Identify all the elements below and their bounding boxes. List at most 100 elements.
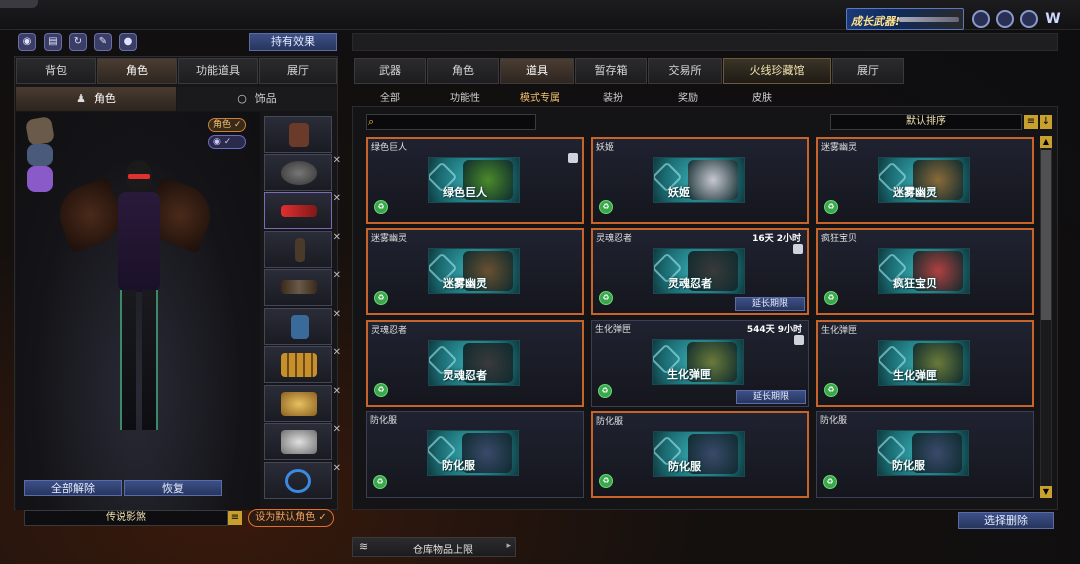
equip-slot-glasses[interactable]: ✕ [264,192,341,229]
remove-icon[interactable]: ✕ [333,232,341,243]
equip-slot-device[interactable]: ✕ [264,308,341,345]
globe-icon[interactable] [996,10,1014,28]
tab-crossfire-collection[interactable]: 火线珍藏馆 [723,58,831,84]
filter-skins[interactable]: 皮肤 [752,89,772,104]
search-input[interactable] [366,114,536,130]
filter-rewards[interactable]: 奖励 [678,89,698,104]
tab-character[interactable]: 角色 [97,58,177,84]
ranking-icon[interactable]: ▤ [44,33,62,51]
remove-icon[interactable]: ✕ [333,386,341,397]
extend-duration-button[interactable]: 延长期限 [735,297,805,311]
sort-menu-icon[interactable]: ≡ [1024,115,1038,129]
item-card[interactable]: 防化服 防化服 ♻ [366,411,584,498]
storage-limit-bar[interactable]: ≋ 仓库物品上限 ▸ [352,537,516,557]
item-card[interactable]: 妖姬 妖姬 ♻ [591,137,809,224]
item-name: 生化弹匣 [821,326,858,336]
pose-icon[interactable] [24,115,56,147]
tab-weapons[interactable]: 武器 [354,58,426,84]
tab-function-items[interactable]: 功能道具 [178,58,258,84]
off-toggle-icon[interactable]: ◉ [18,33,36,51]
expand-icon: ▸ [506,541,511,551]
wings-icon[interactable] [27,166,53,192]
remove-icon[interactable]: ✕ [333,155,341,166]
scroll-up-icon[interactable]: ▲ [1040,136,1052,148]
item-thumbnail: 生化弹匣 [652,339,744,385]
bag-icon[interactable]: ● [119,33,137,51]
select-delete-button[interactable]: 选择删除 [958,512,1054,529]
scroll-down-icon[interactable]: ▼ [1040,486,1052,498]
filter-all[interactable]: 全部 [380,89,400,104]
item-card[interactable]: 防化服 防化服 ♻ [816,411,1034,498]
mode-badge-icon: ♻ [599,474,613,488]
scrollbar-thumb[interactable] [1041,150,1051,320]
item-card[interactable]: 灵魂忍者 16天 2小时 灵魂忍者 ♻ 延长期限 [591,228,809,315]
refresh-icon[interactable]: ↻ [69,33,87,51]
item-card[interactable]: 灵魂忍者 灵魂忍者 ♻ [366,320,584,407]
equip-slot-radio[interactable]: ✕ [264,231,341,268]
character-thumb [289,123,309,147]
item-card[interactable]: 生化弹匣 544天 9小时 生化弹匣 ♻ 延长期限 [591,320,809,407]
remove-icon[interactable]: ✕ [333,309,341,320]
list-menu-icon[interactable]: ≡ [228,511,242,525]
character-name-field[interactable]: 传说影煞 [24,510,228,526]
radio-icon [295,238,305,262]
tab-items[interactable]: 道具 [500,58,574,84]
item-card[interactable]: 迷雾幽灵 迷雾幽灵 ♻ [816,137,1034,224]
equip-slot-wings[interactable]: ✕ [264,269,341,306]
restore-button[interactable]: 恢复 [124,480,222,496]
tab-showroom[interactable]: 展厅 [259,58,337,84]
mode-badge-icon: ♻ [374,291,388,305]
filter-functional[interactable]: 功能性 [450,89,480,104]
role-toggle[interactable]: 角色 ✓ [208,118,247,132]
set-default-character-button[interactable]: 设为默认角色 ✓ [248,509,334,527]
equip-slot-character[interactable] [264,116,332,153]
tab-exchange[interactable]: 交易所 [648,58,722,84]
logo-icon[interactable]: W [1044,10,1062,28]
figure-icon: ♟ [76,92,86,105]
tab-showroom-right[interactable]: 展厅 [832,58,904,84]
item-name: 妖姬 [596,143,615,153]
filter-dress-up[interactable]: 装扮 [603,89,623,104]
subtab-character[interactable]: ♟ 角色 [16,87,176,111]
tab-backpack[interactable]: 背包 [16,58,96,84]
equip-slot-ammo[interactable]: ✕ [264,346,341,383]
shield-icon[interactable] [972,10,990,28]
growth-weapon-banner[interactable]: 成长武器! [846,8,964,30]
filter-mode-exclusive[interactable]: 模式专属 [520,89,560,104]
equip-slot-gold-pet[interactable]: ✕ [264,385,341,422]
back-button[interactable] [0,0,38,8]
settings-icon[interactable] [1020,10,1038,28]
remove-icon[interactable]: ✕ [333,424,341,435]
equip-slot-silver-pet[interactable]: ✕ [264,423,341,460]
item-card[interactable]: 绿色巨人 绿色巨人 ♻ [366,137,584,224]
tab-characters[interactable]: 角色 [427,58,499,84]
camera-icon[interactable] [27,144,53,166]
item-card[interactable]: 疯狂宝贝 疯狂宝贝 ♻ [816,228,1034,315]
equip-slot-bracelet[interactable]: ✕ [264,462,341,499]
user-edit-icon[interactable]: ✎ [94,33,112,51]
sort-direction-icon[interactable]: ↓ [1040,115,1052,129]
tab-storage[interactable]: 暂存箱 [575,58,647,84]
left-leg [120,290,136,430]
bracelet-icon [285,469,311,493]
item-card[interactable]: 生化弹匣 生化弹匣 ♻ [816,320,1034,407]
item-thumbnail: 迷雾幽灵 [428,248,520,294]
item-thumb-label: 绿色巨人 [443,186,487,199]
item-thumbnail: 迷雾幽灵 [878,157,970,203]
sort-select[interactable]: 默认排序 [830,114,1022,130]
remove-icon[interactable]: ✕ [333,347,341,358]
subtab-accessories[interactable]: ○ 饰品 [177,87,337,111]
remove-icon[interactable]: ✕ [333,193,341,204]
equip-slot-helmet[interactable]: ✕ [264,154,341,191]
extend-duration-button[interactable]: 延长期限 [736,390,806,404]
item-thumb-label: 妖姬 [668,186,690,199]
remove-icon[interactable]: ✕ [333,463,341,474]
gold-pet-icon [281,392,317,416]
wings-item-icon [281,280,317,294]
visibility-toggle[interactable]: ◉ ✓ [208,135,246,149]
item-card[interactable]: 防化服 防化服 ♻ [591,411,809,498]
release-all-button[interactable]: 全部解除 [24,480,122,496]
remove-icon[interactable]: ✕ [333,270,341,281]
item-card[interactable]: 迷雾幽灵 迷雾幽灵 ♻ [366,228,584,315]
held-effects-button[interactable]: 持有效果 [249,33,337,51]
